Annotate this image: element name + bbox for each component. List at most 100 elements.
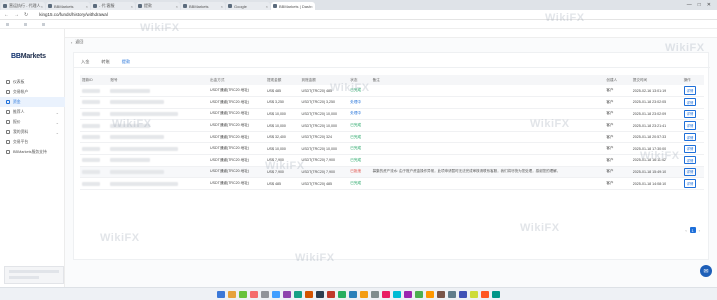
column-header: 提款ID xyxy=(80,75,109,85)
close-tab-icon[interactable]: × xyxy=(176,4,178,9)
sidebar-item-dashboard[interactable]: 仪表板 xyxy=(0,77,65,87)
chat-support-icon[interactable]: ✉ xyxy=(700,265,712,277)
table-row: USDT通道(TRC20 地址) US$ 10,000 USDT(TRC20) 10… xyxy=(80,108,704,121)
taskbar-app-icon[interactable] xyxy=(393,290,401,298)
close-tab-icon[interactable]: × xyxy=(131,4,133,9)
close-tab-icon[interactable]: × xyxy=(86,4,88,9)
column-header: 到账金额 xyxy=(299,75,349,85)
taskbar-app-icon[interactable] xyxy=(272,290,280,298)
taskbar-app-icon[interactable] xyxy=(448,290,456,298)
detail-button[interactable]: 详情 xyxy=(683,86,697,95)
back-arrow-icon[interactable]: ← xyxy=(4,12,9,18)
browser-tab[interactable]: Google × xyxy=(226,2,270,10)
taskbar-app-icon[interactable] xyxy=(470,290,478,298)
brand-logo[interactable]: BBMarkets xyxy=(11,53,46,60)
profile-icon xyxy=(6,130,10,134)
bookmark-item[interactable] xyxy=(42,22,48,26)
time-cell: 2025-01-18 17:30:00 xyxy=(630,142,682,156)
account-cell xyxy=(108,154,209,167)
taskbar-app-icon[interactable] xyxy=(283,290,291,298)
close-tab-icon[interactable]: × xyxy=(266,4,268,9)
close-icon[interactable]: ✕ xyxy=(707,2,711,8)
table-row: USDT通道(TRC20 地址) US$ 3,250 USDT(TRC20) 3,2… xyxy=(80,96,704,109)
browser-tab[interactable]: 提款 × xyxy=(136,2,180,10)
chevron-left-icon: ‹ xyxy=(71,39,73,45)
forward-arrow-icon[interactable]: → xyxy=(14,12,19,18)
detail-button[interactable]: 详情 xyxy=(683,156,697,165)
reload-icon[interactable]: ↻ xyxy=(24,12,28,18)
sidebar-item-funds[interactable]: 资金 xyxy=(0,97,65,107)
received-cell: USDT(TRC20) 10,000 xyxy=(299,142,349,156)
taskbar-app-icon[interactable] xyxy=(426,290,434,298)
close-tab-icon[interactable]: × xyxy=(311,4,313,9)
taskbar-app-icon[interactable] xyxy=(338,290,346,298)
taskbar-app-icon[interactable] xyxy=(481,290,489,298)
close-tab-icon[interactable]: × xyxy=(41,4,43,9)
prev-page-button[interactable]: ‹ xyxy=(685,228,686,233)
sidebar-item-label: 仪表板 xyxy=(13,79,25,84)
browser-tab-label: Google xyxy=(234,3,247,9)
account-cell xyxy=(108,131,209,144)
back-link[interactable]: ‹ 返回 xyxy=(71,39,83,45)
detail-button[interactable]: 详情 xyxy=(683,133,697,142)
notification-popup[interactable] xyxy=(4,266,64,284)
sidebar-item-label: 报价 xyxy=(13,119,21,124)
detail-button[interactable]: 详情 xyxy=(683,109,697,119)
sidebar-item-platform[interactable]: 交易平台 xyxy=(0,137,65,147)
taskbar-app-icon[interactable] xyxy=(228,290,236,298)
browser-tab[interactable]: BBMarkets | Dashboard× xyxy=(271,2,315,10)
detail-button[interactable]: 详情 xyxy=(683,179,697,188)
taskbar-app-icon[interactable] xyxy=(316,290,324,298)
sidebar-item-trading-accounts[interactable]: 交易帐户 xyxy=(0,87,65,97)
browser-tab[interactable]: 营运执行 - 代理人 × xyxy=(1,2,45,10)
taskbar-app-icon[interactable] xyxy=(327,290,335,298)
method-cell: USDT通道(TRC20 地址) xyxy=(208,142,265,156)
taskbar-app-icon[interactable] xyxy=(437,290,445,298)
browser-tab[interactable]: BBMarkets × xyxy=(181,2,225,10)
taskbar-app-icon[interactable] xyxy=(250,290,258,298)
status-badge: 已完成 xyxy=(348,154,371,167)
taskbar-app-icon[interactable] xyxy=(459,290,467,298)
account-cell xyxy=(108,166,209,179)
taskbar-app-icon[interactable] xyxy=(261,290,269,298)
taskbar-app-icon[interactable] xyxy=(371,290,379,298)
sidebar-item-support[interactable]: BBMarkets服务支持 xyxy=(0,147,65,157)
amount-cell: US$ 485 xyxy=(264,177,300,190)
amount-cell: US$ 7,900 xyxy=(264,166,300,179)
taskbar-app-icon[interactable] xyxy=(217,290,225,298)
sidebar-item-referrals[interactable]: 推荐人 ⌄ xyxy=(0,107,65,117)
detail-button[interactable]: 详情 xyxy=(683,144,697,153)
bookmark-item[interactable] xyxy=(24,22,30,26)
creator-cell: 客户 xyxy=(604,85,631,98)
taskbar-app-icon[interactable] xyxy=(294,290,302,298)
account-cell xyxy=(108,96,209,109)
browser-tab[interactable]: BBMarkets × xyxy=(46,2,90,10)
withdrawal-history-card: 入金 转账 提款 提款ID 账号 出金方式 提现金额 到账金额 状态 备注 创建… xyxy=(73,52,710,260)
table-row: USDT通道(TRC20 地址) US$ 10,000 USDT(TRC20) 10… xyxy=(80,142,704,156)
minimize-icon[interactable]: — xyxy=(687,2,692,8)
url-field[interactable]: king15.co/funds/history/withdrawal xyxy=(39,12,108,17)
favicon-icon xyxy=(48,4,52,8)
maximize-icon[interactable]: □ xyxy=(698,2,701,8)
taskbar-app-icon[interactable] xyxy=(415,290,423,298)
status-badge: 已拒绝 xyxy=(348,166,371,179)
detail-button[interactable]: 详情 xyxy=(683,167,697,177)
taskbar-app-icon[interactable] xyxy=(404,290,412,298)
taskbar-app-icon[interactable] xyxy=(305,290,313,298)
taskbar-app-icon[interactable] xyxy=(349,290,357,298)
next-page-button[interactable]: › xyxy=(699,228,700,233)
withdrawal-id-cell xyxy=(80,166,109,179)
bookmarks-bar xyxy=(0,20,717,29)
detail-button[interactable]: 详情 xyxy=(683,98,697,107)
sidebar-item-profile[interactable]: 我的资料 ⌄ xyxy=(0,127,65,137)
close-tab-icon[interactable]: × xyxy=(221,4,223,9)
taskbar-app-icon[interactable] xyxy=(382,290,390,298)
taskbar-app-icon[interactable] xyxy=(239,290,247,298)
taskbar-app-icon[interactable] xyxy=(360,290,368,298)
sidebar-item-quotes[interactable]: 报价 ⌄ xyxy=(0,117,65,127)
browser-tab[interactable]: - 代 客服 × xyxy=(91,2,135,10)
bookmark-item[interactable] xyxy=(6,22,12,26)
taskbar-app-icon[interactable] xyxy=(492,290,500,298)
page-button-current[interactable]: 1 xyxy=(689,227,696,233)
detail-button[interactable]: 详情 xyxy=(683,121,697,130)
